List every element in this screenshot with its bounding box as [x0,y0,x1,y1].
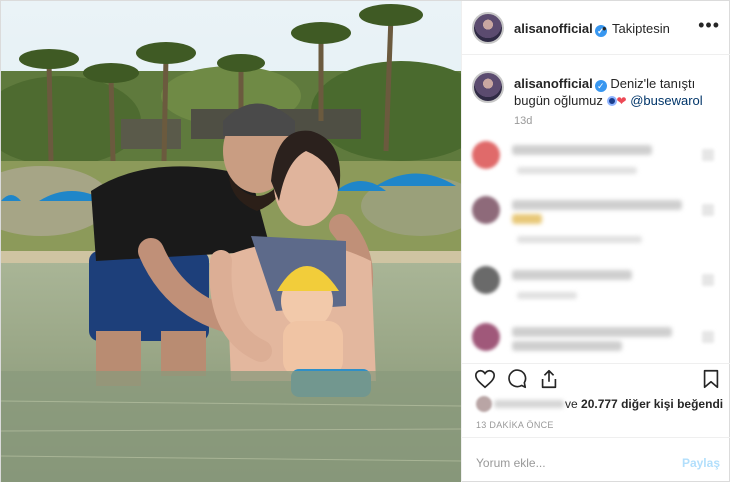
comment-item [462,141,730,185]
comment-text-blurred [512,145,652,155]
comment-avatar[interactable] [472,266,500,294]
liker-name-blurred[interactable] [494,400,564,408]
red-heart-icon: ❤ [616,94,627,108]
bookmark-icon[interactable] [700,368,722,390]
header-separator: • [602,21,607,36]
caption-mention-link[interactable]: @busewarol [630,93,702,108]
comment-item [462,196,730,243]
post-header: alisanofficial ✓ • Takiptesin ••• [462,1,730,55]
comment-meta-blurred [517,292,577,299]
caption-username[interactable]: alisanofficial [514,76,593,91]
comment-avatar[interactable] [472,323,500,351]
likes-prefix: ve [565,397,578,411]
comment-like-icon[interactable] [702,149,714,161]
post-comment-button[interactable]: Paylaş [682,456,720,470]
comment-emoji-blurred [512,214,542,224]
caption-avatar[interactable] [472,71,504,103]
comment-item [462,266,730,310]
comment-avatar[interactable] [472,141,500,169]
likes-count[interactable]: 20.777 [581,397,618,411]
comment-text-blurred [512,200,682,210]
instagram-post: alisanofficial ✓ • Takiptesin ••• alisano… [0,0,730,482]
post-actions [462,363,730,393]
add-comment-bar: Yorum ekle... Paylaş [462,437,730,482]
comment-text-blurred [512,270,632,280]
likes-summary: ve 20.777 diğer kişi beğendi [476,396,726,412]
comment-avatar[interactable] [472,196,500,224]
heart-icon[interactable] [474,368,496,390]
photo-image [1,1,461,482]
nazar-bead-icon [606,96,617,106]
post-time-ago[interactable]: 13 DAKİKA ÖNCE [476,420,554,430]
author-avatar[interactable] [472,12,504,44]
comment-like-icon[interactable] [702,331,714,343]
verified-badge-icon: ✓ [594,80,607,92]
post-sidebar: alisanofficial ✓ • Takiptesin ••• alisano… [461,1,730,482]
share-icon[interactable] [538,368,560,390]
caption-time[interactable]: 13d [514,115,532,127]
comment-meta-blurred [517,167,637,174]
post-photo[interactable] [1,1,461,482]
comment-text-blurred [512,341,622,351]
more-options-icon[interactable]: ••• [698,15,720,36]
follow-status-button[interactable]: Takiptesin [612,21,670,36]
comment-meta-blurred [517,236,642,243]
comment-icon[interactable] [506,368,528,390]
comment-text-blurred [512,327,672,337]
liker-avatar[interactable] [476,396,492,412]
comment-item [462,323,730,367]
caption-text: alisanofficial ✓ Deniz'le tanıştı bugün o… [514,75,719,110]
likes-suffix[interactable]: diğer kişi beğendi [621,397,723,411]
comment-like-icon[interactable] [702,204,714,216]
author-username[interactable]: alisanofficial ✓ [514,21,607,37]
likes-text[interactable]: ve 20.777 diğer kişi beğendi [565,397,723,411]
comment-input[interactable]: Yorum ekle... [476,456,546,470]
comment-like-icon[interactable] [702,274,714,286]
author-username-text[interactable]: alisanofficial [514,21,593,36]
